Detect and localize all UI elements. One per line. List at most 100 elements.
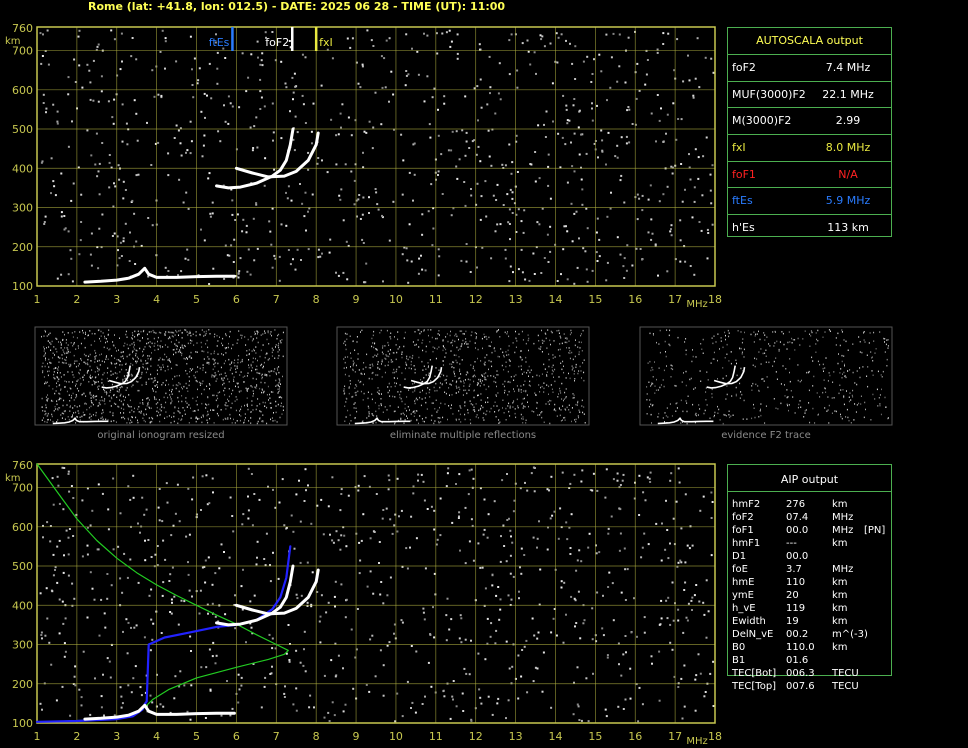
thumb-noise <box>345 401 347 403</box>
noise-dot <box>260 706 263 709</box>
thumb-noise <box>142 399 144 401</box>
thumb-noise <box>132 416 133 419</box>
noise-dot <box>368 212 370 214</box>
thumb-noise <box>132 384 134 386</box>
aip-name: Ewidth <box>732 616 766 627</box>
noise-dot <box>470 188 472 190</box>
thumb-noise <box>520 368 522 371</box>
thumb-noise <box>153 331 155 334</box>
thumb-noise <box>863 416 865 419</box>
thumb-noise <box>528 375 529 377</box>
noise-dot <box>437 248 440 251</box>
thumb-noise <box>197 409 199 411</box>
thumb-noise <box>181 354 183 357</box>
noise-dot <box>156 545 159 547</box>
thumb-noise <box>556 330 558 332</box>
thumb-noise <box>131 409 133 412</box>
noise-dot <box>306 561 309 564</box>
thumb-noise <box>523 397 525 400</box>
thumb-noise <box>360 372 362 375</box>
noise-dot <box>278 501 281 504</box>
thumb-noise <box>455 392 457 394</box>
noise-dot <box>360 539 363 542</box>
noise-dot <box>633 597 635 600</box>
noise-dot <box>151 638 154 641</box>
noise-dot <box>73 597 76 600</box>
thumb-noise <box>233 418 234 421</box>
thumb-noise <box>207 421 209 424</box>
thumb-noise <box>95 381 97 383</box>
noise-dot <box>571 240 574 243</box>
thumb-noise <box>827 380 829 382</box>
noise-dot <box>285 86 288 89</box>
thumb-noise <box>277 334 278 337</box>
thumb-noise <box>70 388 72 390</box>
thumb-noise <box>123 412 125 414</box>
thumb-noise <box>435 399 437 401</box>
thumb-noise <box>186 406 188 408</box>
noise-dot <box>78 29 81 32</box>
thumb-noise <box>385 354 387 356</box>
thumb-noise <box>99 403 101 406</box>
thumb-noise <box>255 352 257 354</box>
thumb-noise <box>451 341 453 344</box>
thumb-noise <box>94 371 96 373</box>
thumb-noise <box>45 357 46 359</box>
thumb-noise <box>106 392 108 394</box>
thumb-noise <box>656 378 657 381</box>
x-tick-label: 8 <box>313 293 320 306</box>
noise-dot <box>433 528 436 531</box>
thumb-noise <box>442 416 444 419</box>
thumb-noise <box>48 385 50 387</box>
noise-dot <box>470 518 473 521</box>
thumb-noise <box>385 358 387 360</box>
thumb-noise <box>575 421 577 423</box>
thumb-noise <box>541 411 543 413</box>
thumb-noise <box>49 332 51 334</box>
marker-label: foF2 <box>265 36 289 49</box>
noise-dot <box>256 247 259 250</box>
noise-dot <box>709 189 712 192</box>
thumb-noise <box>502 351 504 354</box>
noise-dot <box>623 547 626 550</box>
noise-dot <box>585 152 588 155</box>
thumb-noise <box>137 381 139 383</box>
thumb-noise <box>866 375 868 377</box>
thumb-noise <box>554 380 556 383</box>
thumb-noise <box>172 384 174 387</box>
noise-dot <box>293 547 296 550</box>
thumb-noise <box>548 403 550 405</box>
noise-dot <box>144 559 147 562</box>
thumb-noise <box>487 375 489 377</box>
thumb-noise <box>152 390 154 392</box>
thumb-noise <box>150 407 152 409</box>
noise-dot <box>415 537 418 540</box>
thumb-noise <box>560 362 562 364</box>
thumb-noise <box>377 353 379 355</box>
thumb-noise <box>255 387 257 389</box>
thumb-noise <box>151 377 153 380</box>
noise-dot <box>362 242 365 244</box>
noise-dot <box>362 151 364 154</box>
noise-dot <box>60 215 63 218</box>
thumb-noise <box>366 353 368 356</box>
noise-dot <box>148 594 151 597</box>
noise-dot <box>137 173 140 176</box>
noise-dot <box>646 59 649 61</box>
noise-dot <box>317 248 320 251</box>
thumb-noise <box>202 415 204 418</box>
noise-dot <box>468 673 471 676</box>
thumb-noise <box>393 368 395 371</box>
noise-dot <box>271 102 274 105</box>
thumb-noise <box>691 360 693 363</box>
thumb-noise <box>773 360 775 363</box>
noise-dot <box>131 199 134 202</box>
noise-dot <box>618 65 621 68</box>
thumb-noise <box>199 384 201 386</box>
thumb-noise <box>239 374 241 376</box>
noise-dot <box>566 230 569 233</box>
thumb-noise <box>480 393 482 395</box>
thumb-noise <box>145 413 147 416</box>
thumb-noise <box>551 366 553 368</box>
thumb-noise <box>111 383 113 386</box>
